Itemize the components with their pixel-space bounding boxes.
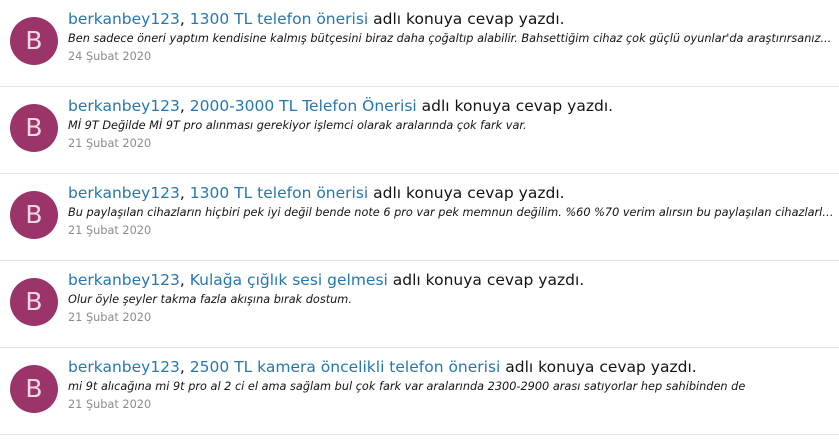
post-date[interactable]: 21 Şubat 2020: [68, 396, 835, 414]
activity-content: berkanbey123, 2000-3000 TL Telefon Öneri…: [68, 95, 835, 153]
activity-item: B berkanbey123, 1300 TL telefon önerisi …: [0, 0, 839, 87]
post-snippet[interactable]: mi 9t alıcağına mi 9t pro al 2 ci el ama…: [68, 378, 834, 395]
activity-item: B berkanbey123, Kulağa çığlık sesi gelme…: [0, 261, 839, 348]
separator: ,: [179, 271, 190, 289]
activity-headline: berkanbey123, 1300 TL telefon önerisi ad…: [68, 182, 835, 204]
activity-headline: berkanbey123, 2500 TL kamera öncelikli t…: [68, 356, 835, 378]
activity-headline: berkanbey123, Kulağa çığlık sesi gelmesi…: [68, 269, 835, 291]
avatar[interactable]: B: [10, 104, 58, 152]
separator: ,: [179, 358, 190, 376]
action-text: adlı konuya cevap yazdı.: [368, 10, 565, 28]
avatar[interactable]: B: [10, 191, 58, 239]
post-date[interactable]: 21 Şubat 2020: [68, 222, 835, 240]
thread-link[interactable]: 2000-3000 TL Telefon Önerisi: [190, 97, 417, 115]
post-snippet[interactable]: Bu paylaşılan cihazların hiçbiri pek iyi…: [68, 204, 834, 221]
separator: ,: [179, 184, 190, 202]
activity-item: B berkanbey123, 1300 TL telefon önerisi …: [0, 174, 839, 261]
post-snippet[interactable]: Olur öyle şeyler takma fazla akışına bır…: [68, 291, 834, 308]
action-text: adlı konuya cevap yazdı.: [368, 184, 565, 202]
username-link[interactable]: berkanbey123: [68, 271, 180, 289]
avatar[interactable]: B: [10, 17, 58, 65]
thread-link[interactable]: 2500 TL kamera öncelikli telefon önerisi: [190, 358, 501, 376]
activity-feed: B berkanbey123, 1300 TL telefon önerisi …: [0, 0, 839, 435]
avatar[interactable]: B: [10, 278, 58, 326]
activity-content: berkanbey123, Kulağa çığlık sesi gelmesi…: [68, 269, 835, 327]
post-date[interactable]: 21 Şubat 2020: [68, 309, 835, 327]
post-date[interactable]: 21 Şubat 2020: [68, 135, 835, 153]
username-link[interactable]: berkanbey123: [68, 97, 180, 115]
post-date[interactable]: 24 Şubat 2020: [68, 48, 835, 66]
post-snippet[interactable]: Ben sadece öneri yaptım kendisine kalmış…: [68, 30, 834, 47]
activity-content: berkanbey123, 2500 TL kamera öncelikli t…: [68, 356, 835, 414]
activity-headline: berkanbey123, 1300 TL telefon önerisi ad…: [68, 8, 835, 30]
activity-item: B berkanbey123, 2000-3000 TL Telefon Öne…: [0, 87, 839, 174]
username-link[interactable]: berkanbey123: [68, 184, 180, 202]
username-link[interactable]: berkanbey123: [68, 10, 180, 28]
post-snippet[interactable]: Mİ 9T Değilde Mİ 9T pro alınması gerekiy…: [68, 117, 834, 134]
activity-item: B berkanbey123, 2500 TL kamera öncelikli…: [0, 348, 839, 435]
username-link[interactable]: berkanbey123: [68, 358, 180, 376]
activity-headline: berkanbey123, 2000-3000 TL Telefon Öneri…: [68, 95, 835, 117]
activity-content: berkanbey123, 1300 TL telefon önerisi ad…: [68, 8, 835, 66]
action-text: adlı konuya cevap yazdı.: [416, 97, 614, 115]
thread-link[interactable]: Kulağa çığlık sesi gelmesi: [190, 271, 388, 289]
action-text: adlı konuya cevap yazdı.: [387, 271, 585, 289]
thread-link[interactable]: 1300 TL telefon önerisi: [190, 10, 368, 28]
thread-link[interactable]: 1300 TL telefon önerisi: [190, 184, 368, 202]
activity-content: berkanbey123, 1300 TL telefon önerisi ad…: [68, 182, 835, 240]
avatar[interactable]: B: [10, 365, 58, 413]
action-text: adlı konuya cevap yazdı.: [500, 358, 697, 376]
separator: ,: [179, 10, 190, 28]
separator: ,: [179, 97, 190, 115]
